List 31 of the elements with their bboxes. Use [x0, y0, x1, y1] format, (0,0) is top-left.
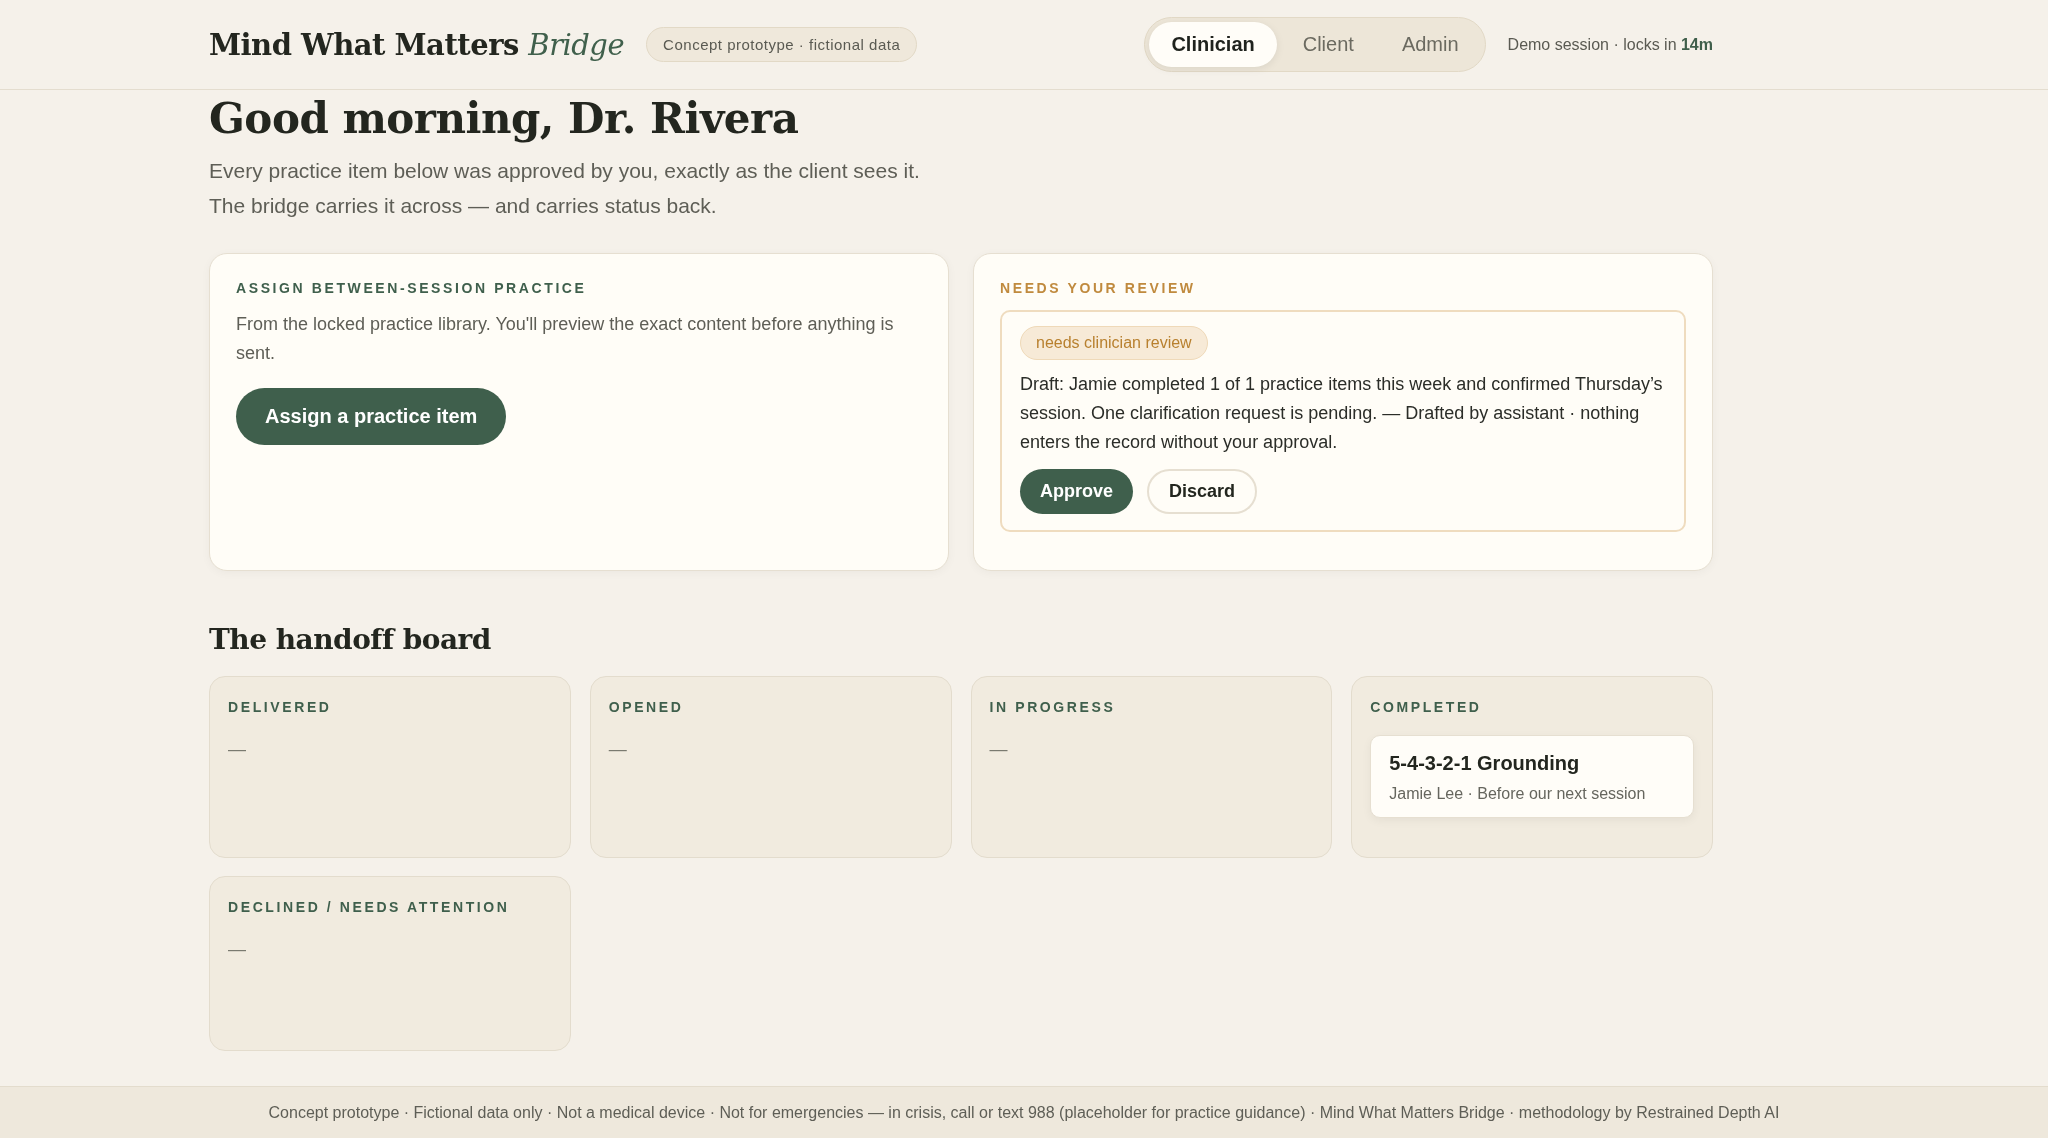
status-tag: needs clinician review — [1020, 326, 1208, 360]
role-tab[interactable]: Admin — [1379, 22, 1481, 67]
column-heading: DELIVERED — [228, 699, 333, 715]
greeting-title: Good morning, Dr. Rivera — [209, 94, 800, 143]
prototype-badge: Concept prototype · fictional data — [646, 27, 918, 62]
assign-button[interactable]: Assign a practice item — [236, 388, 507, 445]
column-heading: COMPLETED — [1370, 699, 1483, 715]
footer-text: Concept prototype · Fictional data only · Not a medical device · Not for emergencies — in crisis, call or text 988 (placeholder for practice guidance) · Mind What Matters Bridge · methodology by Restrained Depth AI — [268, 1103, 1780, 1122]
card-heading: ASSIGN BETWEEN-SESSION PRACTICE — [236, 280, 588, 296]
role-tab[interactable]: Clinician — [1149, 22, 1277, 67]
approve-button[interactable]: Approve — [1020, 469, 1133, 514]
card-description: From the locked practice library. You'll preview the exact content before anything is sent. — [236, 313, 895, 365]
intro-text: Every practice item below was approved by you, exactly as the client sees it. — [209, 158, 921, 184]
empty-dash: — — [608, 739, 628, 760]
board-title: The handoff board — [209, 623, 492, 656]
intro-text: The bridge carries it across — and carries status back. — [209, 193, 718, 219]
discard-button[interactable]: Discard — [1147, 469, 1258, 514]
empty-dash: — — [989, 739, 1009, 760]
column-heading: DECLINED / NEEDS ATTENTION — [228, 899, 511, 915]
column-heading: OPENED — [608, 699, 685, 715]
empty-dash: — — [228, 939, 247, 960]
practice-item-card[interactable]: 5-4-3-2-1 Grounding Jamie Lee · Before our next session — [1370, 735, 1694, 818]
role-tab[interactable]: Client — [1280, 22, 1376, 67]
session-timer: Demo session · locks in 14m — [1507, 35, 1713, 54]
column-heading: IN PROGRESS — [989, 699, 1117, 715]
item-meta: Jamie Lee · Before our next session — [1389, 785, 1647, 803]
card-heading: NEEDS YOUR REVIEW — [1000, 280, 1197, 296]
draft-text: Draft: Jamie completed 1 of 1 practice items this week and confirmed Thursday’s session. One clarification request is pending. — Drafted by assistant · nothing enters the record without your approval. — [1020, 373, 1664, 454]
brand-logo: Mind What Matters Bridge — [209, 27, 625, 62]
empty-dash: — — [228, 739, 247, 760]
item-title: 5-4-3-2-1 Grounding — [1389, 752, 1581, 775]
